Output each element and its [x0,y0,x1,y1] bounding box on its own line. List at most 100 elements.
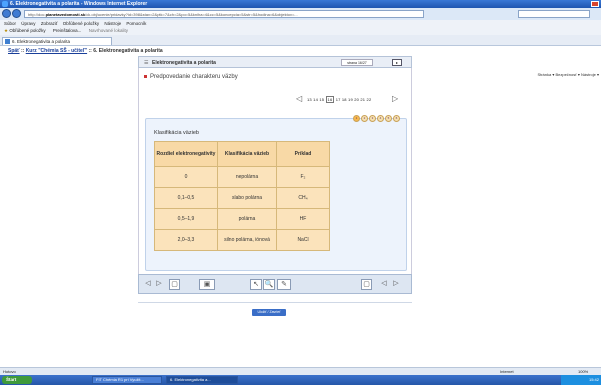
bullet-icon [144,74,147,78]
content-stage: 1 2 3 4 5 6 Klasifikácia väzieb Rozdiel … [145,115,407,271]
url-domain: planetavedomosti.sk [45,12,86,17]
table-row: 0,1–0,5 slabo polárna CH₄ [154,187,330,209]
page-link[interactable]: 14 [313,97,318,102]
url-prefix: http://doc. [28,12,46,17]
table-cell: 0,5–1,9 [154,208,218,230]
box-icon[interactable]: ▢ [169,279,180,290]
clock: 15:42 [588,377,599,382]
table-cell: NaCl [276,229,330,251]
section-title-text: Predpovedanie charakteru väzby [150,74,238,80]
next-page-arrow-icon[interactable]: ▷ [392,95,398,103]
lesson-player: ☰ Elektronegativita a polarita strana 16… [138,56,412,294]
prev-icon[interactable]: ◁ [143,279,153,290]
save-icon[interactable]: ▣ [199,279,215,290]
box-icon[interactable]: ▢ [361,279,372,290]
command-bar[interactable]: Stránka ▾ Bezpečnosť ▾ Nástroje ▾ [537,71,599,79]
tab-label: 6. Elektronegativita a polarita [12,39,71,44]
table-cell: silno polárna, iónová [217,229,277,251]
search-input[interactable] [518,10,590,18]
step-dot[interactable]: 1 [353,115,360,122]
divider [138,302,412,303]
tab-lesson[interactable]: 6. Elektronegativita a polarita [2,37,112,45]
url-field[interactable]: http://doc.planetavedomosti.sk/ck.obj/uc… [24,10,424,18]
table-cell: 0,1–0,5 [154,187,218,209]
table-cell: polárna [217,208,277,230]
favorite-item-2[interactable]: Navrhované lokality [89,28,128,33]
breadcrumb-current: 6. Elektronegativita a polarita [93,48,163,54]
taskbar-item-active[interactable]: 6. Elektronegativita a... [166,376,238,384]
table-header-row: Rozdiel elektronegativity Klasifikácia v… [154,141,330,167]
back-button[interactable] [2,9,11,18]
tab-strip: 6. Elektronegativita a polarita Stránka … [0,35,601,77]
next-page-button[interactable]: ▸ [392,59,402,66]
page-link[interactable]: 21 [360,97,365,102]
table-cell: slabo polárna [217,187,277,209]
player-controls: ◁ ▷ ▢ ▣ ↖ 🔍 ✎ ▢ ◁ ▷ [138,274,412,294]
back-link[interactable]: Späť [8,48,20,54]
page-link[interactable]: 22 [367,97,372,102]
zoom-icon[interactable]: 🔍 [263,279,275,290]
column-header: Rozdiel elektronegativity [154,141,218,167]
page-numbers: 13 14 15 16 17 18 19 20 21 22 [307,95,371,104]
page-indicator: strana 16/27 [341,59,373,66]
step-dot[interactable]: 4 [377,115,384,122]
prev-icon[interactable]: ◁ [379,279,389,290]
table-cell: 0 [154,166,218,188]
table-row: 0 nepolárna F₂ [154,166,330,188]
window-title: 6. Elektronegativita a polarita - Window… [10,1,148,7]
current-page[interactable]: 16 [325,96,335,103]
forward-button[interactable] [12,9,21,18]
close-window-button[interactable] [591,1,599,7]
page-link[interactable]: 13 [307,97,312,102]
step-dot[interactable]: 2 [361,115,368,122]
favorites-label[interactable]: Obľúbené položky [9,28,45,33]
ie-icon [2,1,8,7]
pen-icon[interactable]: ✎ [277,279,291,290]
next-icon[interactable]: ▷ [154,279,164,290]
page-link[interactable]: 19 [348,97,353,102]
page-link[interactable]: 20 [354,97,359,102]
column-header: Klasifikácia väzieb [217,141,277,167]
menu-favorites[interactable]: Obľúbené položky [63,21,99,26]
lesson-content: Predpovedanie charakteru väzby ◁ 13 14 1… [138,68,412,274]
course-link[interactable]: Kurz "Chémia SŠ - učiteľ" [26,48,87,54]
system-tray: 15:42 [561,375,601,385]
menu-edit[interactable]: Úpravy [21,21,35,26]
page-navigation: ◁ 13 14 15 16 17 18 19 20 21 22 ▷ [296,95,402,104]
favorites-bar: ★ Obľúbené položky Preinštalova... Navrh… [0,27,601,35]
menu-file[interactable]: Súbor [4,21,16,26]
page-link[interactable]: 17 [336,97,341,102]
table-cell: HF [276,208,330,230]
start-button[interactable]: Štart [2,376,32,384]
step-dot[interactable]: 6 [393,115,400,122]
table-cell: 2,0–3,3 [154,229,218,251]
taskbar: Štart FIT Chémia R1 pri Využit... 6. Ele… [0,375,601,385]
taskbar-item[interactable]: FIT Chémia R1 pri Využit... [92,376,162,384]
next-icon[interactable]: ▷ [391,279,401,290]
table-cell: nepolárna [217,166,277,188]
table-cell: F₂ [276,166,330,188]
menu-view[interactable]: Zobraziť [41,21,58,26]
table-row: 0,5–1,9 polárna HF [154,208,330,230]
page-link[interactable]: 15 [319,97,324,102]
window-titlebar: 6. Elektronegativita a polarita - Window… [0,0,601,8]
url-rest: /ck.obj/ucenie/pridavky?id=398&stav=2&pt… [85,12,298,17]
page-link[interactable]: 18 [342,97,347,102]
menu-help[interactable]: Pomocník [126,21,146,26]
table-row: 2,0–3,3 silno polárna, iónová NaCl [154,229,330,251]
lesson-header: ☰ Elektronegativita a polarita strana 16… [138,56,412,68]
favorite-item-1[interactable]: Preinštalova... [53,28,82,33]
status-text: Hotovo [3,369,16,374]
submit-button[interactable]: Uložiť / Zavrieť [252,309,286,316]
star-icon[interactable]: ★ [4,28,8,33]
menu-tools[interactable]: Nástroje [104,21,121,26]
address-bar: http://doc.planetavedomosti.sk/ck.obj/uc… [0,8,601,20]
menu-icon[interactable]: ☰ [144,60,148,66]
step-indicator: 1 2 3 4 5 6 [353,115,400,122]
cursor-icon[interactable]: ↖ [250,279,262,290]
bond-classification-table: Rozdiel elektronegativity Klasifikácia v… [154,141,330,251]
step-dot[interactable]: 3 [369,115,376,122]
prev-page-arrow-icon[interactable]: ◁ [296,95,302,103]
step-dot[interactable]: 5 [385,115,392,122]
lesson-title: Elektronegativita a polarita [152,60,216,66]
